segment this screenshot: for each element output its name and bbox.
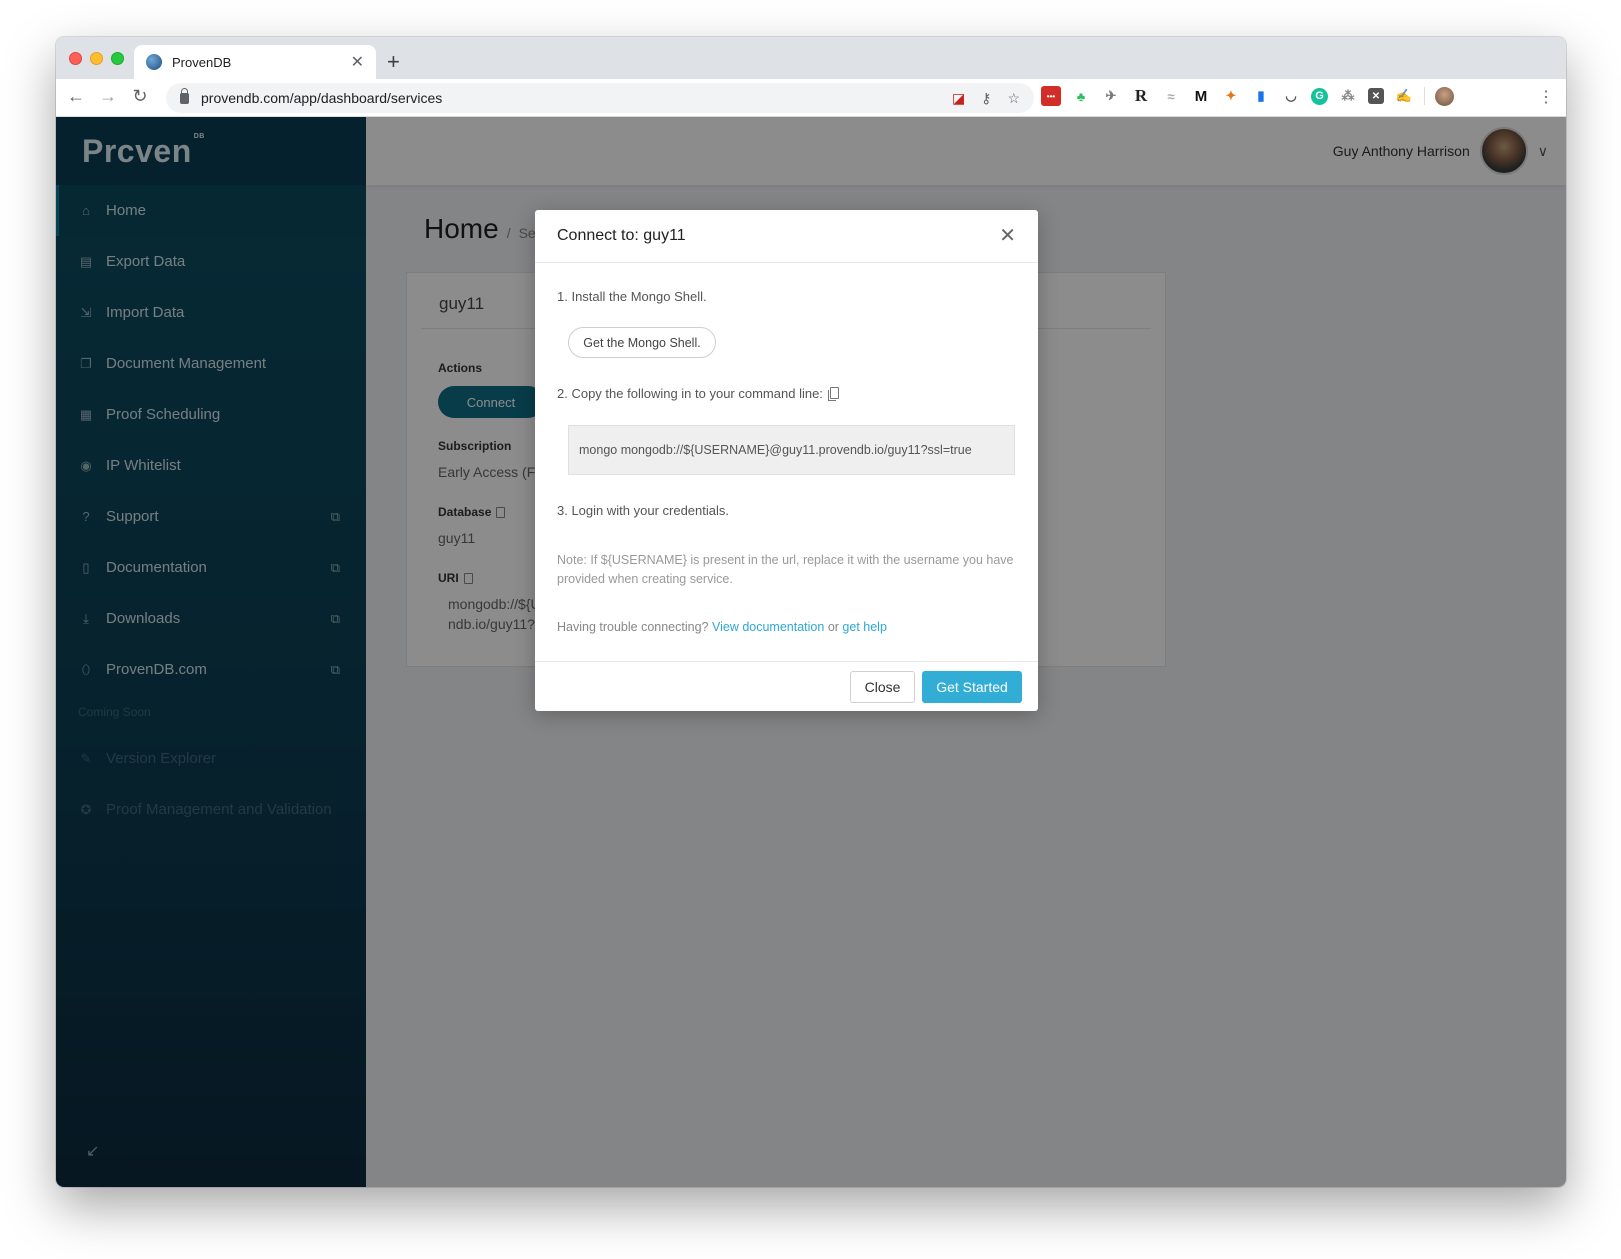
- tree-icon[interactable]: ⁂: [1338, 86, 1358, 106]
- address-bar[interactable]: provendb.com/app/dashboard/services ◪ ⚷ …: [166, 83, 1034, 113]
- star-icon[interactable]: ☆: [1007, 90, 1020, 107]
- back-button[interactable]: ←: [64, 86, 88, 107]
- handshake-icon[interactable]: ≈: [1161, 86, 1181, 106]
- box-icon[interactable]: ✕: [1368, 88, 1384, 104]
- copy-command-icon[interactable]: [827, 387, 839, 401]
- trouble-text: Having trouble connecting?: [557, 620, 709, 634]
- get-help-link[interactable]: get help: [842, 620, 886, 634]
- tab-close-icon[interactable]: ✕: [351, 52, 364, 72]
- view-documentation-link[interactable]: View documentation: [712, 620, 824, 634]
- blocked-popup-icon[interactable]: ◪: [952, 90, 965, 107]
- close-icon[interactable]: ✕: [999, 226, 1016, 246]
- modal-title: Connect to: guy11: [557, 227, 686, 244]
- pocket-icon[interactable]: ◡: [1281, 86, 1301, 106]
- window-controls: [69, 52, 124, 65]
- medium-icon[interactable]: M: [1191, 86, 1211, 106]
- grammarly-icon[interactable]: G: [1311, 87, 1328, 105]
- close-button[interactable]: Close: [850, 671, 915, 703]
- browser-toolbar: ← → ↻ provendb.com/app/dashboard/service…: [56, 79, 1566, 117]
- command-code-box[interactable]: mongo mongodb://${USERNAME}@guy11.proven…: [568, 425, 1015, 475]
- step-2-row: 2. Copy the following in to your command…: [557, 386, 839, 401]
- maximize-window-button[interactable]: [111, 52, 124, 65]
- bookmark-icon[interactable]: ▮: [1251, 86, 1271, 106]
- modal-header: Connect to: guy11 ✕: [535, 210, 1038, 263]
- trouble-row: Having trouble connecting? View document…: [557, 620, 887, 634]
- tab-title: ProvenDB: [172, 54, 232, 70]
- tab-bar: ProvenDB ✕ +: [56, 37, 1566, 79]
- extensions-area: ••• ♣ ✈ R ≈ M ✦ ▮ ◡ G ⁂ ✕ ✍: [1041, 86, 1454, 106]
- minimize-window-button[interactable]: [90, 52, 103, 65]
- url-text[interactable]: provendb.com/app/dashboard/services: [201, 90, 936, 106]
- lock-icon: [180, 87, 189, 104]
- browser-tab[interactable]: ProvenDB ✕: [134, 45, 376, 79]
- step-2-text: 2. Copy the following in to your command…: [557, 386, 823, 401]
- reload-button[interactable]: ↻: [128, 86, 152, 107]
- step-3-text: 3. Login with your credentials.: [557, 503, 729, 518]
- new-tab-button[interactable]: +: [387, 49, 400, 75]
- username-note: Note: If ${USERNAME} is present in the u…: [557, 553, 1014, 586]
- provendb-favicon-icon: [146, 54, 162, 70]
- browser-menu-icon[interactable]: ⋮: [1538, 87, 1554, 107]
- r-icon[interactable]: R: [1131, 86, 1151, 106]
- modal-footer: Close Get Started: [535, 661, 1038, 711]
- get-mongo-shell-button[interactable]: Get the Mongo Shell.: [568, 327, 716, 358]
- or-text: or: [827, 620, 839, 634]
- evernote-icon[interactable]: ♣: [1071, 86, 1091, 106]
- step-1-text: 1. Install the Mongo Shell.: [557, 289, 707, 304]
- modal-body: 1. Install the Mongo Shell. Get the Mong…: [535, 263, 1038, 661]
- connect-modal: Connect to: guy11 ✕ 1. Install the Mongo…: [535, 210, 1038, 711]
- toolbar-divider: [1424, 87, 1425, 105]
- forward-button[interactable]: →: [96, 86, 120, 107]
- metamask-icon[interactable]: ✦: [1221, 86, 1241, 106]
- key-icon[interactable]: ⚷: [981, 90, 991, 107]
- signature-icon[interactable]: ✍: [1394, 86, 1414, 106]
- profile-avatar[interactable]: [1435, 86, 1454, 106]
- bird-icon[interactable]: ✈: [1101, 86, 1121, 106]
- close-window-button[interactable]: [69, 52, 82, 65]
- get-started-button[interactable]: Get Started: [922, 671, 1022, 703]
- lastpass-icon[interactable]: •••: [1041, 86, 1061, 106]
